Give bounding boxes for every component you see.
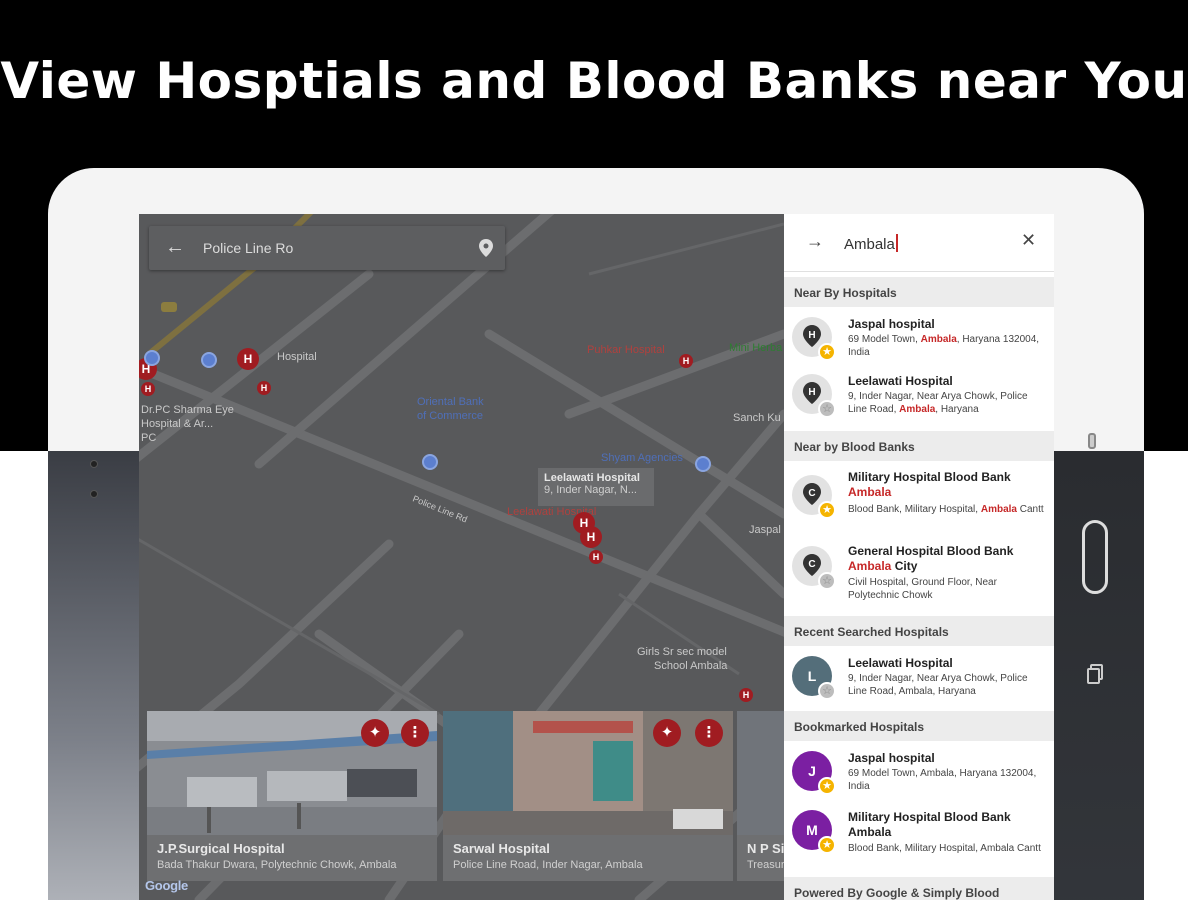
card-name: J.P.Surgical Hospital bbox=[157, 841, 285, 856]
map-label-sharma: Dr.PC Sharma Eye bbox=[141, 404, 234, 416]
item-address: 69 Model Town, Ambala, Haryana 132004, I… bbox=[848, 768, 1037, 792]
hospital-photo bbox=[443, 711, 733, 835]
bank-icon[interactable] bbox=[422, 454, 438, 470]
bank-icon[interactable] bbox=[144, 350, 160, 366]
svg-text:H: H bbox=[808, 387, 815, 398]
item-address: 69 Model Town, Ambala, Haryana 132004, I… bbox=[848, 334, 1040, 358]
directions-icon[interactable]: ✦ bbox=[653, 719, 681, 747]
hospital-pin-icon[interactable]: H bbox=[739, 688, 753, 702]
sensor-dot bbox=[90, 460, 98, 468]
map-label-jaspal: Jaspal bbox=[749, 524, 781, 536]
star-icon[interactable]: ★ bbox=[818, 343, 836, 361]
item-address: Civil Hospital, Ground Floor, Near Polyt… bbox=[848, 577, 997, 601]
section-recent: Recent Searched Hospitals bbox=[784, 616, 1054, 646]
item-address: Blood Bank, Military Hospital, Ambala Ca… bbox=[848, 843, 1041, 854]
star-outline-icon[interactable]: ☆ bbox=[818, 682, 836, 700]
section-near-blood-banks: Near by Blood Banks bbox=[784, 431, 1054, 461]
back-arrow-icon[interactable]: ← bbox=[165, 237, 185, 257]
google-logo: Google bbox=[145, 878, 188, 893]
item-title: Military Hospital Blood Bank Ambala bbox=[848, 470, 1011, 499]
map-label-bank-2: of Commerce bbox=[417, 410, 484, 422]
map-label-girls-school: Girls Sr sec model bbox=[637, 646, 727, 658]
map-view[interactable]: Hospital Dr.PC Sharma Eye Hospital & Ar.… bbox=[139, 214, 784, 900]
map-label-mini-herbal: Mini Herba bbox=[729, 342, 783, 354]
item-title: Jaspal hospital bbox=[848, 317, 935, 331]
recent-apps-icon[interactable] bbox=[1086, 664, 1104, 684]
map-label-shyam: Shyam Agencies bbox=[601, 452, 683, 464]
item-title: Jaspal hospital bbox=[848, 751, 935, 765]
card-address: Treasur bbox=[747, 859, 784, 871]
svg-text:C: C bbox=[808, 488, 815, 499]
list-item-recent-leelawati[interactable]: L ☆ Leelawati Hospital 9, Inder Nagar, N… bbox=[784, 646, 1054, 704]
more-options-icon[interactable]: ⋮ bbox=[401, 719, 429, 747]
more-options-icon[interactable]: ⋮ bbox=[695, 719, 723, 747]
search-results-panel: → Ambala ✕ Near By Hospitals H ★ Jaspal … bbox=[784, 214, 1054, 900]
hospital-card[interactable]: ✦ ⋮ J.P.Surgical Hospital Bada Thakur Dw… bbox=[147, 711, 437, 881]
side-key bbox=[1088, 433, 1096, 449]
panel-search-bar[interactable]: → Ambala ✕ bbox=[784, 214, 1054, 272]
card-name: Sarwal Hospital bbox=[453, 841, 550, 856]
hospital-pin-icon[interactable]: H bbox=[589, 550, 603, 564]
map-info-tooltip[interactable]: Leelawati Hospital 9, Inder Nagar, N... bbox=[538, 468, 654, 506]
item-title: Military Hospital Blood Bank Ambala bbox=[848, 810, 1011, 839]
shop-icon[interactable] bbox=[695, 456, 711, 472]
app-screen: Hospital Dr.PC Sharma Eye Hospital & Ar.… bbox=[139, 214, 1054, 900]
hospital-photo bbox=[737, 711, 784, 835]
list-item-bookmark-jaspal[interactable]: J ★ Jaspal hospital 69 Model Town, Ambal… bbox=[784, 741, 1054, 799]
list-item-bookmark-military[interactable]: M ★ Military Hospital Blood Bank Ambala … bbox=[784, 800, 1054, 870]
panel-footer: Powered By Google & Simply Blood bbox=[784, 877, 1054, 900]
map-label-sharma-2: Hospital & Ar... bbox=[141, 418, 214, 430]
hospital-pin-icon[interactable]: H bbox=[679, 354, 693, 368]
star-icon[interactable]: ★ bbox=[818, 836, 836, 854]
map-label-sharma-3: PC bbox=[141, 432, 157, 444]
item-address: Blood Bank, Military Hospital, Ambala Ca… bbox=[848, 504, 1044, 515]
item-title: Leelawati Hospital bbox=[848, 374, 953, 388]
map-label-girls-school-2: School Ambala bbox=[654, 660, 728, 672]
headline: View Hosptials and Blood Banks near You bbox=[0, 52, 1188, 110]
list-item-jaspal[interactable]: H ★ Jaspal hospital 69 Model Town, Ambal… bbox=[784, 307, 1054, 365]
star-icon[interactable]: ★ bbox=[818, 777, 836, 795]
item-address: 9, Inder Nagar, Near Arya Chowk, Police … bbox=[848, 673, 1028, 697]
svg-text:C: C bbox=[808, 559, 815, 570]
hospital-pin-icon[interactable]: H bbox=[257, 381, 271, 395]
list-item-leelawati[interactable]: H ☆ Leelawati Hospital 9, Inder Nagar, N… bbox=[784, 366, 1054, 426]
camera-icon bbox=[90, 490, 98, 498]
item-title: General Hospital Blood Bank Ambala City bbox=[848, 544, 1014, 573]
tablet-bezel-left bbox=[48, 451, 140, 900]
star-outline-icon[interactable]: ☆ bbox=[818, 572, 836, 590]
card-address: Police Line Road, Inder Nagar, Ambala bbox=[453, 859, 643, 871]
tooltip-title: Leelawati Hospital bbox=[544, 472, 640, 484]
map-search-input[interactable]: Police Line Ro bbox=[203, 240, 293, 256]
bank-icon[interactable] bbox=[201, 352, 217, 368]
map-label-hospital: Hospital bbox=[277, 351, 317, 363]
item-address: 9, Inder Nagar, Near Arya Chowk, Police … bbox=[848, 391, 1028, 415]
star-icon[interactable]: ★ bbox=[818, 501, 836, 519]
section-bookmarked: Bookmarked Hospitals bbox=[784, 711, 1054, 741]
hospital-card[interactable]: N P Si Treasur bbox=[737, 711, 784, 881]
list-item-military-blood-bank[interactable]: C ★ Military Hospital Blood Bank Ambala B… bbox=[784, 461, 1054, 533]
forward-arrow-icon[interactable]: → bbox=[806, 232, 824, 250]
card-address: Bada Thakur Dwara, Polytechnic Chowk, Am… bbox=[157, 859, 397, 871]
card-name: N P Si bbox=[747, 841, 784, 856]
item-title: Leelawati Hospital bbox=[848, 656, 953, 670]
hospital-pin-icon[interactable]: H bbox=[141, 382, 155, 396]
map-search-bar[interactable]: ← Police Line Ro bbox=[149, 226, 505, 270]
section-near-hospitals: Near By Hospitals bbox=[784, 277, 1054, 307]
map-label-sanch: Sanch Ku bbox=[733, 412, 781, 424]
home-button[interactable] bbox=[1082, 520, 1108, 594]
hospital-pin-icon[interactable]: H bbox=[580, 526, 602, 548]
map-label-puhkar: Puhkar Hospital bbox=[587, 344, 665, 356]
tooltip-subtitle: 9, Inder Nagar, N... bbox=[544, 484, 637, 496]
map-label-bank: Oriental Bank bbox=[417, 396, 484, 408]
panel-search-input[interactable]: Ambala bbox=[844, 234, 898, 253]
list-item-general-blood-bank[interactable]: C ☆ General Hospital Blood Bank Ambala Ci… bbox=[784, 534, 1054, 608]
star-outline-icon[interactable]: ☆ bbox=[818, 400, 836, 418]
hospital-pin-icon[interactable]: H bbox=[237, 348, 259, 370]
directions-icon[interactable]: ✦ bbox=[361, 719, 389, 747]
hospital-card[interactable]: ✦ ⋮ Sarwal Hospital Police Line Road, In… bbox=[443, 711, 733, 881]
svg-text:H: H bbox=[808, 330, 815, 341]
clear-icon[interactable]: ✕ bbox=[1021, 231, 1036, 249]
location-pin-icon[interactable] bbox=[479, 239, 493, 257]
hospital-photo bbox=[147, 711, 437, 835]
